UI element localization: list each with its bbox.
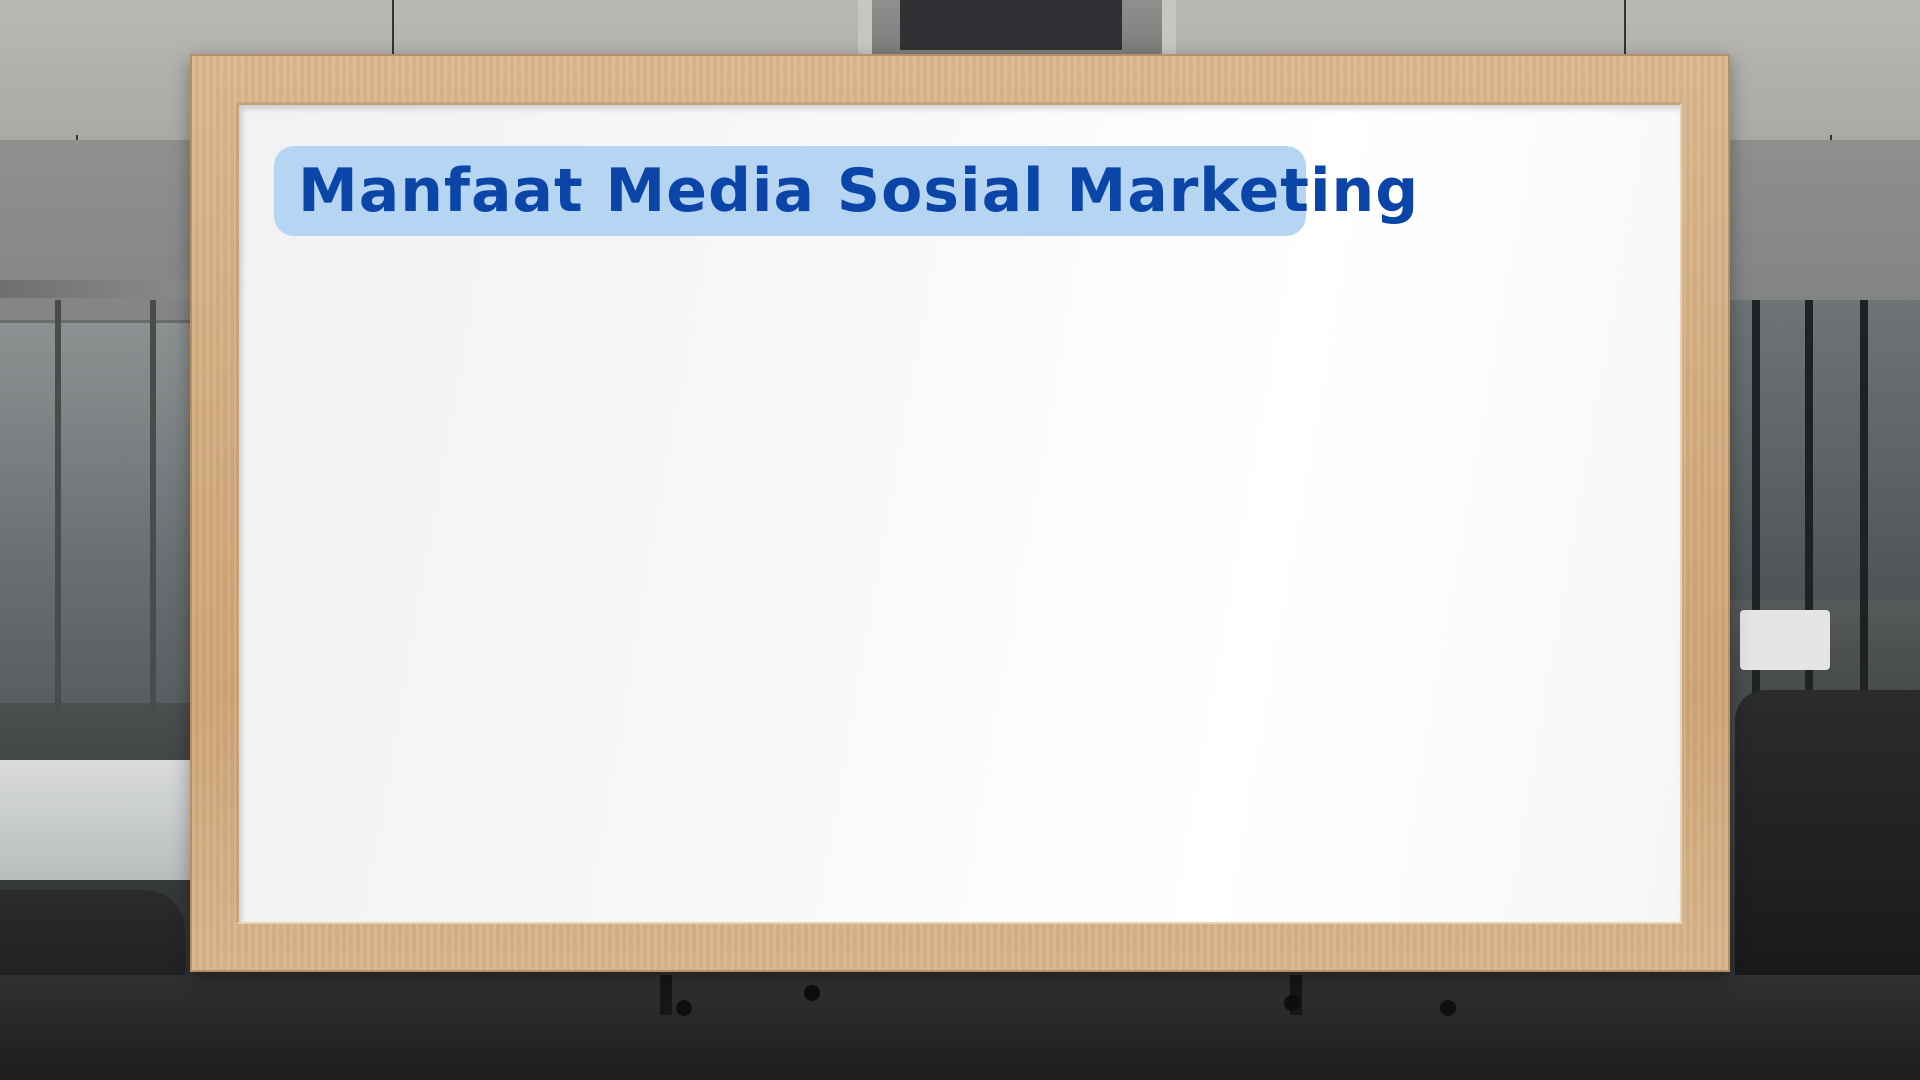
left-post bbox=[55, 300, 61, 720]
right-monitor bbox=[1740, 610, 1830, 670]
left-desk bbox=[0, 760, 190, 880]
left-shelf bbox=[0, 280, 190, 298]
left-post bbox=[150, 300, 156, 720]
ceiling-opening bbox=[900, 0, 1122, 50]
chair-caster bbox=[676, 1000, 692, 1016]
floor bbox=[0, 975, 1920, 1080]
title-banner: Manfaat Media Sosial Marketing bbox=[274, 146, 1418, 236]
chair-base bbox=[660, 975, 672, 1015]
slide-title: Manfaat Media Sosial Marketing bbox=[298, 156, 1420, 226]
pendant-cable bbox=[392, 0, 394, 60]
chair-caster bbox=[1440, 1000, 1456, 1016]
slide-canvas: Manfaat Media Sosial Marketing bbox=[0, 0, 1920, 1080]
chair-caster bbox=[1284, 995, 1300, 1011]
left-glass-partition bbox=[0, 320, 190, 703]
chair-caster bbox=[804, 985, 820, 1001]
pendant-cable bbox=[1624, 0, 1626, 60]
window-mullion bbox=[1860, 300, 1868, 720]
